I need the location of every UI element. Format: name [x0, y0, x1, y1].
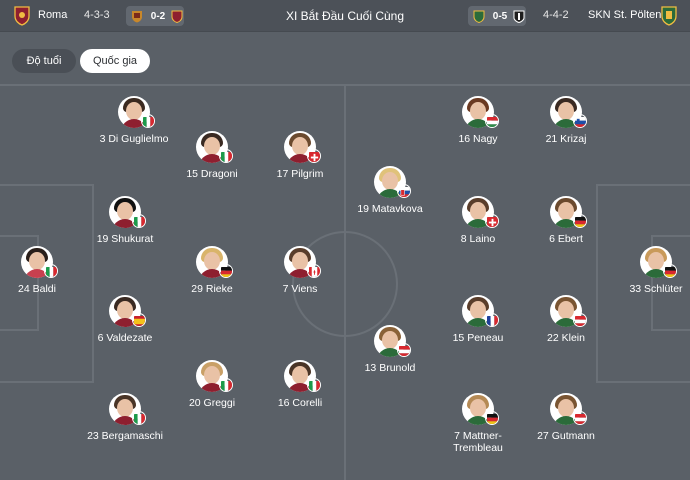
away-last-match[interactable]: 0-5: [468, 6, 526, 26]
switzerland-flag-icon: [307, 149, 321, 163]
home-player-11[interactable]: 16 Corelli: [250, 360, 350, 409]
player-name: 21 Krizaj: [545, 133, 587, 145]
lineup-header: Roma 4-3-3 0-2 XI Bắt Đầu Cuối Cùng 0-5 …: [0, 0, 690, 32]
player-name: 6 Ebert: [549, 233, 583, 245]
away-player-2[interactable]: 16 Nagy: [428, 96, 528, 145]
france-flag-icon: [485, 313, 499, 327]
slovakia-flag-icon: [397, 184, 411, 198]
player-name: 15 Peneau: [452, 332, 504, 344]
away-player-1[interactable]: 19 Matavkova: [340, 166, 440, 215]
hungary-flag-icon: [485, 114, 499, 128]
player-name: 15 Dragoni: [186, 168, 238, 180]
away-player-8[interactable]: 6 Ebert: [516, 196, 616, 245]
austria-flag-icon: [397, 343, 411, 357]
away-player-4[interactable]: 15 Peneau: [428, 295, 528, 344]
spain-flag-icon: [132, 313, 146, 327]
player-name: 19 Matavkova: [357, 203, 423, 215]
italy-flag-icon: [44, 264, 58, 278]
player-name: 6 Valdezate: [97, 332, 153, 344]
player-name: 24 Baldi: [18, 283, 56, 295]
switzerland-flag-icon: [485, 214, 499, 228]
player-name: 7 Mattner-Trembleau: [453, 430, 503, 454]
player-name: 29 Rieke: [191, 283, 233, 295]
italy-flag-icon: [219, 378, 233, 392]
germany-flag-icon: [663, 264, 677, 278]
away-player-5[interactable]: 7 Mattner-Trembleau: [428, 393, 528, 454]
player-name: 27 Gutmann: [537, 430, 595, 442]
away-player-11[interactable]: 33 Schlüter: [606, 246, 690, 295]
away-player-3[interactable]: 8 Laino: [428, 196, 528, 245]
home-player-5[interactable]: 23 Bergamaschi: [75, 393, 175, 442]
germany-flag-icon: [219, 264, 233, 278]
away-player-7[interactable]: 21 Krizaj: [516, 96, 616, 145]
player-name: 13 Brunold: [364, 362, 416, 374]
nationality-toggle[interactable]: Quốc gia: [80, 49, 150, 73]
away-last-score: 0-5: [492, 10, 508, 22]
player-name: 20 Greggi: [188, 397, 236, 409]
player-name: 17 Pilgrim: [276, 168, 324, 180]
home-player-1[interactable]: 24 Baldi: [0, 246, 87, 295]
age-toggle[interactable]: Độ tuổi: [12, 49, 76, 73]
home-player-8[interactable]: 20 Greggi: [162, 360, 262, 409]
away-formation: 4-4-2: [543, 9, 569, 21]
austria-flag-icon: [573, 411, 587, 425]
page-title: XI Bắt Đầu Cuối Cùng: [285, 9, 405, 23]
italy-flag-icon: [307, 378, 321, 392]
player-name: 33 Schlüter: [629, 283, 683, 295]
italy-flag-icon: [219, 149, 233, 163]
player-name: 16 Corelli: [277, 397, 323, 409]
germany-flag-icon: [573, 214, 587, 228]
slovenia-flag-icon: [573, 114, 587, 128]
italy-flag-icon: [132, 411, 146, 425]
home-player-9[interactable]: 17 Pilgrim: [250, 131, 350, 180]
player-name: 8 Laino: [460, 233, 496, 245]
canada-flag-icon: [307, 264, 321, 278]
home-player-4[interactable]: 6 Valdezate: [75, 295, 175, 344]
away-team-name[interactable]: SKN St. Pölten: [588, 9, 661, 21]
juventus-crest-icon: [513, 10, 525, 23]
player-name: 16 Nagy: [458, 133, 498, 145]
home-player-6[interactable]: 15 Dragoni: [162, 131, 262, 180]
italy-flag-icon: [132, 214, 146, 228]
italy-flag-icon: [141, 114, 155, 128]
player-name: 19 Shukurat: [96, 233, 154, 245]
austria-flag-icon: [573, 313, 587, 327]
away-player-9[interactable]: 22 Klein: [516, 295, 616, 344]
home-player-7[interactable]: 29 Rieke: [162, 246, 262, 295]
player-name: 7 Viens: [282, 283, 318, 295]
player-name: 23 Bergamaschi: [87, 430, 163, 442]
stpolten-crest-small-icon: [473, 10, 485, 23]
home-player-3[interactable]: 19 Shukurat: [75, 196, 175, 245]
home-player-10[interactable]: 7 Viens: [250, 246, 350, 295]
germany-flag-icon: [485, 411, 499, 425]
player-name: 22 Klein: [547, 332, 585, 344]
away-player-10[interactable]: 27 Gutmann: [516, 393, 616, 442]
stpolten-crest-icon: [661, 6, 677, 26]
away-player-6[interactable]: 13 Brunold: [340, 325, 440, 374]
